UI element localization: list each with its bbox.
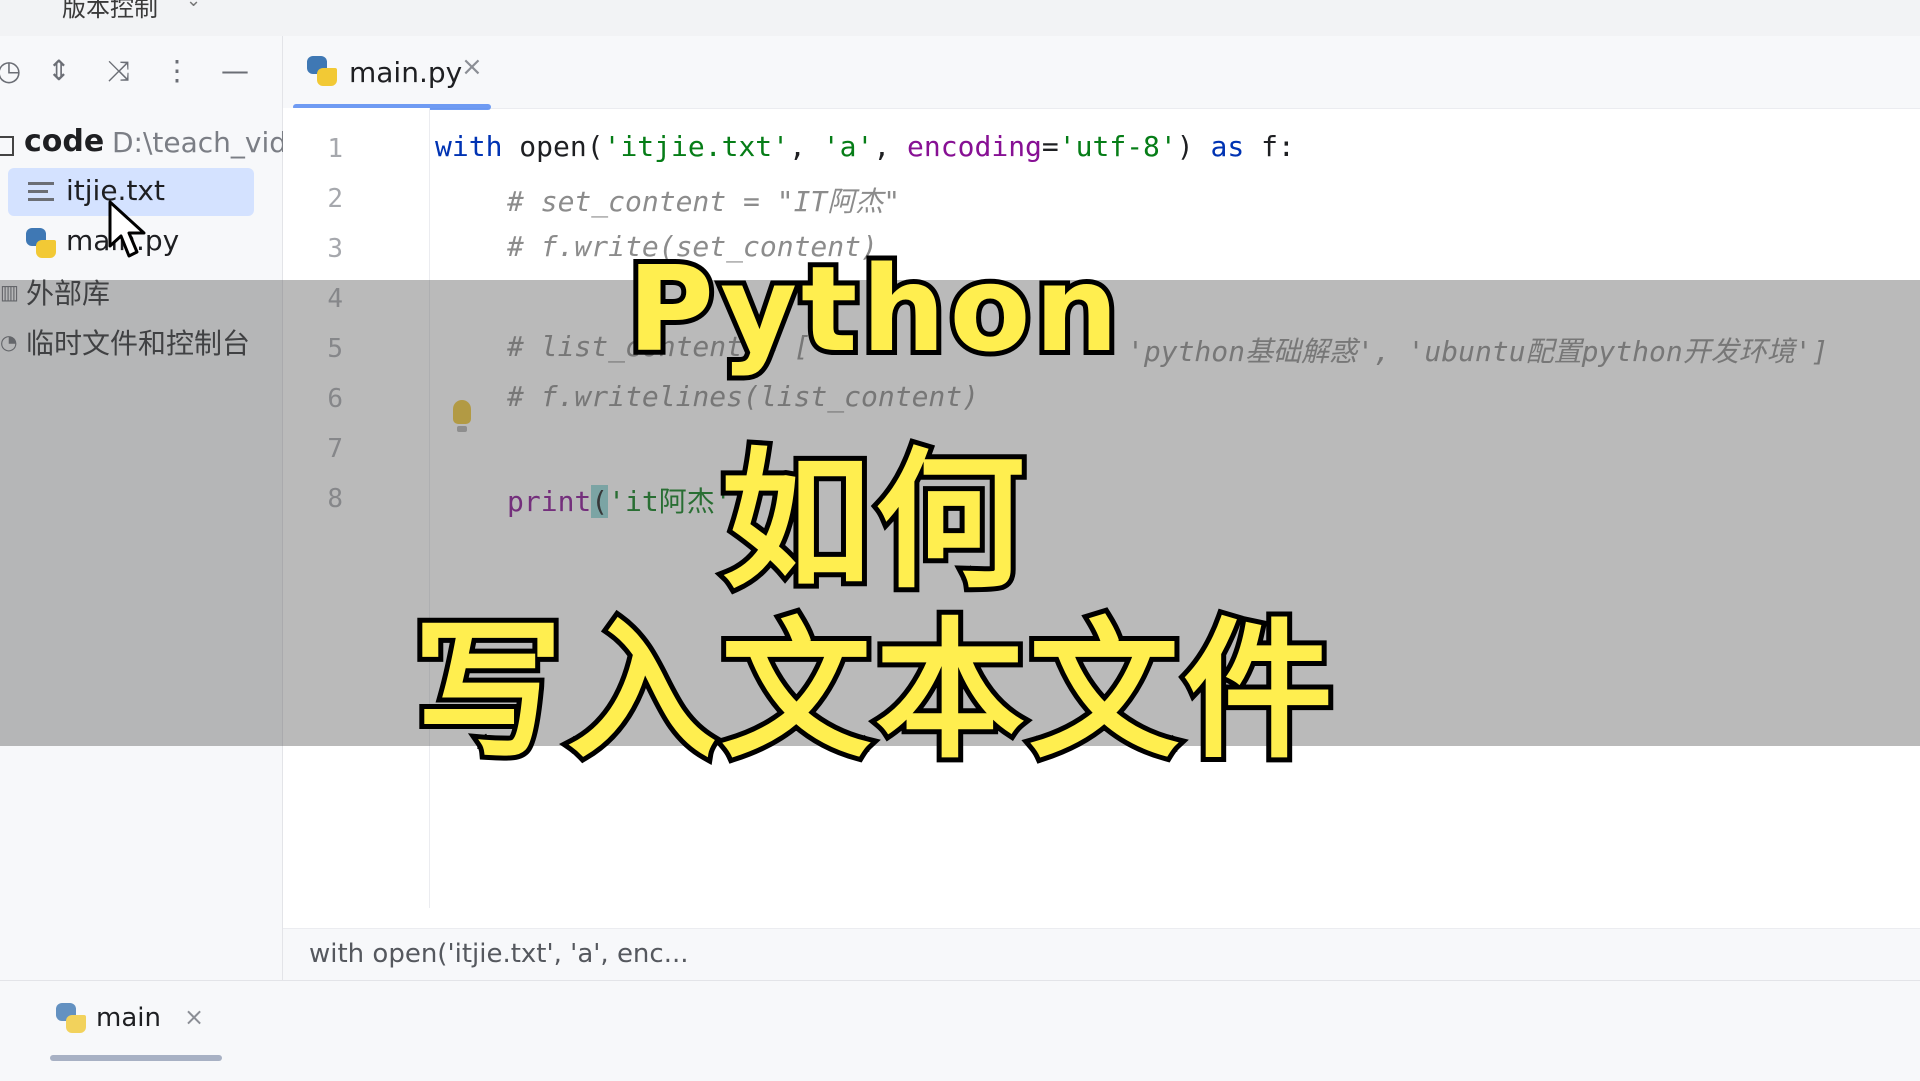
line-number: 2	[327, 184, 343, 214]
python-file-icon	[307, 56, 337, 86]
code-breadcrumb[interactable]: with open('itjie.txt', 'a', enc...	[283, 928, 1920, 981]
code-token: 'itjie.txt'	[603, 130, 790, 163]
close-icon[interactable]: ×	[184, 1003, 204, 1031]
chevron-down-icon[interactable]: ⌄	[186, 0, 201, 11]
code-token: )	[1176, 130, 1211, 163]
code-line-1[interactable]: with open('itjie.txt', 'a', encoding='ut…	[435, 130, 1295, 163]
code-token: 'utf-8'	[1058, 130, 1177, 163]
run-tool-window: main ×	[0, 980, 1920, 1081]
run-tab-main[interactable]: main ×	[50, 993, 228, 1061]
top-menu-bar: 版本控制 ⌄	[0, 0, 1920, 37]
code-token: open	[519, 130, 587, 163]
overlay-title-line-1: Python	[622, 235, 1123, 383]
project-root-node[interactable]: code D:\teach_vid	[0, 120, 287, 166]
code-token: =	[1041, 130, 1059, 163]
folder-icon	[0, 136, 14, 156]
active-run-tab-indicator	[50, 1055, 222, 1061]
code-token: as	[1210, 130, 1245, 163]
code-token: 'a'	[822, 130, 874, 163]
tab-label: main.py	[349, 56, 463, 89]
code-token: ,	[789, 130, 823, 163]
expand-all-icon[interactable]: ⇕	[44, 54, 74, 88]
sidebar-toolbar: ◷ ⇕ ⤨ ⋮ —	[0, 36, 282, 108]
code-token: f:	[1244, 130, 1295, 163]
hide-panel-icon[interactable]: —	[220, 54, 250, 88]
code-line-2[interactable]: # set_content = "IT阿杰"	[507, 180, 900, 220]
python-file-icon	[56, 1003, 86, 1033]
locate-file-icon[interactable]: ◷	[0, 54, 24, 88]
editor-tab-bar: main.py ×	[283, 36, 1920, 110]
run-tab-label: main	[96, 1003, 161, 1033]
project-root-name: code	[24, 124, 105, 159]
code-token: ,	[873, 130, 908, 163]
close-icon[interactable]: ×	[461, 52, 483, 82]
tab-main-py[interactable]: main.py ×	[293, 36, 491, 110]
text-file-icon	[28, 182, 54, 204]
code-token: encoding	[907, 130, 1042, 163]
line-number: 1	[327, 134, 343, 164]
vcs-menu-label[interactable]: 版本控制	[62, 0, 158, 23]
collapse-all-icon[interactable]: ⤨	[104, 54, 134, 88]
more-options-icon[interactable]: ⋮	[162, 54, 192, 88]
overlay-title-line-3: 写入文本文件	[408, 600, 1338, 784]
project-root-path: D:\teach_vid	[112, 126, 288, 159]
code-token: with	[435, 130, 503, 163]
code-token: (	[586, 130, 604, 163]
breadcrumb-text: with open('itjie.txt', 'a', enc...	[309, 939, 689, 969]
